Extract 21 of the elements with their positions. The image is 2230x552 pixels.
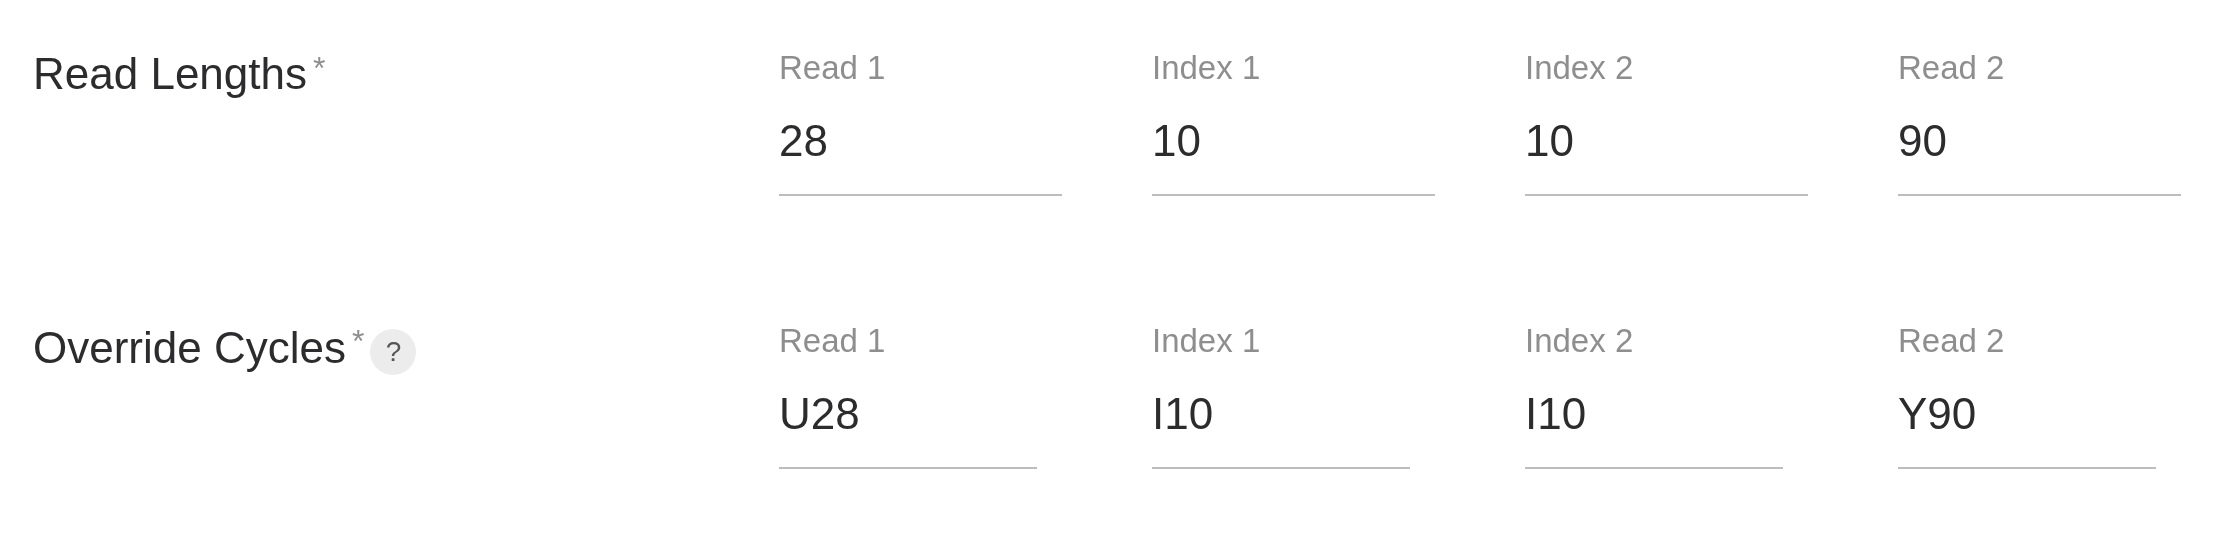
input-field[interactable]: 28 — [779, 116, 1062, 196]
input-field[interactable]: 10 — [1152, 116, 1435, 196]
required-mark: * — [351, 322, 365, 361]
field-label: Index 2 — [1525, 321, 1635, 361]
field-label: Index 2 — [1525, 48, 1635, 88]
field-label: Read 1 — [779, 321, 887, 361]
required-mark: * — [313, 49, 326, 88]
help-icon[interactable]: ? — [370, 329, 417, 375]
field-title: Read Lengths — [33, 48, 307, 100]
input-field[interactable]: 90 — [1898, 116, 2181, 196]
input-field[interactable]: Y90 — [1898, 389, 2156, 469]
input-field[interactable]: I10 — [1525, 389, 1783, 469]
input-field[interactable]: I10 — [1152, 389, 1410, 469]
input-field[interactable]: U28 — [779, 389, 1037, 469]
field-title: Override Cycles — [33, 322, 346, 374]
field-label: Read 1 — [779, 48, 887, 88]
field-label: Index 1 — [1152, 321, 1262, 361]
field-label: Index 1 — [1152, 48, 1262, 88]
input-field[interactable]: 10 — [1525, 116, 1808, 196]
field-label: Read 2 — [1898, 48, 2006, 88]
field-label: Read 2 — [1898, 321, 2006, 361]
